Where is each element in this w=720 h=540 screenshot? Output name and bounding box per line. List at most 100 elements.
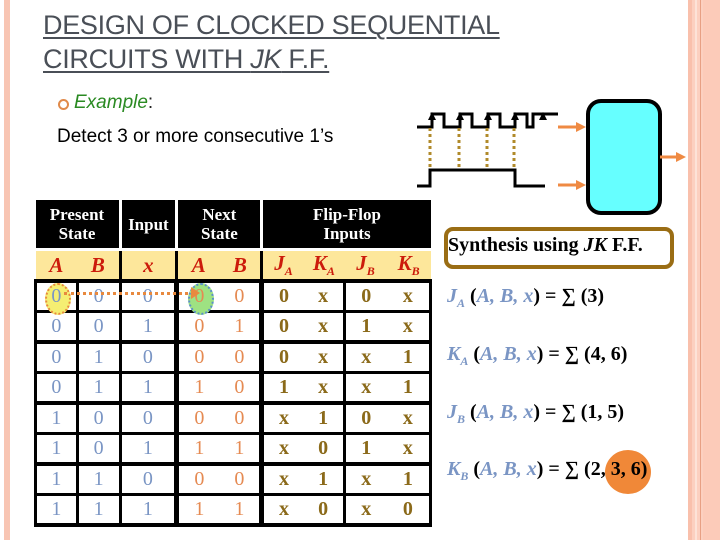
cell-ps-a: 1 [34, 432, 78, 465]
cell-ns-b: 1 [219, 432, 262, 465]
subheader-x: x [118, 248, 177, 282]
cell-ja: 0 [259, 340, 304, 373]
equation-rhs-suffix: ) [640, 458, 648, 480]
equation-minterms: 3 [587, 285, 598, 307]
equation-function: KA [447, 343, 469, 368]
header-present-state: Present State [35, 200, 120, 250]
cell-ps-a: 1 [34, 493, 78, 528]
cell-input-x: 1 [118, 493, 177, 528]
cell-ps-a: 0 [34, 340, 78, 373]
table-row: 10000x10x [34, 401, 432, 434]
cell-ps-a: 1 [34, 401, 78, 434]
equation-rhs-prefix: = ∑ ( [540, 285, 588, 307]
cell-kb: 1 [386, 462, 432, 495]
highlight-circle: 3, 6 [604, 450, 651, 494]
cell-ps-a: 0 [34, 279, 78, 315]
cell-ps-b: 0 [75, 401, 120, 434]
table-row: 000000x0x [34, 279, 432, 315]
table-body: 000000x0x001010x1x010000xx1011101xx11000… [34, 279, 432, 528]
input-arrows [558, 122, 586, 190]
equation-minterms: 4, 6 [590, 343, 621, 365]
cell-jb: 1 [342, 310, 387, 343]
cell-input-x: 0 [118, 401, 177, 434]
subheader-ns-a: A [175, 248, 220, 282]
cell-value: 0 [51, 285, 62, 308]
cell-kb: 1 [386, 340, 432, 373]
state-table: Present State Input Next State Flip-Flop In… [34, 200, 432, 528]
subheader-ns-b: B [219, 248, 262, 282]
equation-rhs-prefix: = ∑ ( [540, 401, 588, 423]
cell-ka: 0 [303, 432, 345, 465]
sample-dotted-lines [428, 128, 516, 170]
equation-minterms: 2, [590, 458, 611, 480]
cell-ja: 0 [259, 310, 304, 343]
cell-ka: 0 [303, 493, 345, 528]
cell-ps-b: 0 [75, 432, 120, 465]
cell-ps-b: 1 [75, 371, 120, 404]
cell-input-x: 0 [118, 462, 177, 495]
table-row: 11111x0x0 [34, 493, 432, 528]
cell-ps-a: 0 [34, 371, 78, 404]
cell-input-x: 1 [118, 310, 177, 343]
cell-ps-b: 0 [75, 310, 120, 343]
equation-function: JB [447, 401, 466, 426]
cell-ns-b: 0 [219, 340, 262, 373]
cell-ns-b: 0 [219, 279, 262, 312]
cell-ja: x [259, 401, 304, 434]
table-row: 010000xx1 [34, 340, 432, 373]
cell-jb: 0 [342, 279, 387, 312]
cell-ns-a: 0 [174, 340, 220, 373]
cell-ns-a: 0 [174, 401, 220, 434]
equation-rhs-suffix: ) [617, 401, 625, 423]
table-row: 11000x1x1 [34, 462, 432, 495]
subheader-kb: KB [386, 248, 431, 282]
subheader-ka: KA [303, 248, 345, 282]
header-next-state: Next State [175, 200, 262, 250]
subheader-ja: JA [260, 248, 304, 282]
cell-input-x: 0 [118, 340, 177, 373]
table-header-row: Present State Input Next State Flip-Flop In… [35, 200, 431, 250]
cell-kb: 0 [386, 493, 432, 528]
equation-rhs-prefix: = ∑ ( [543, 458, 591, 480]
subheader-ps-a: A [35, 248, 78, 282]
highlight-dotted-arrow [64, 292, 194, 295]
cell-jb: x [342, 371, 387, 404]
cell-ja: x [259, 493, 304, 528]
cell-ps-b: 1 [75, 462, 120, 495]
cell-kb: 1 [386, 371, 432, 404]
circuit-block [586, 99, 662, 215]
cell-jb: x [342, 462, 387, 495]
input-waveform [417, 168, 545, 188]
cell-ps-b: 0 [75, 279, 120, 312]
equation-rhs-suffix: ) [597, 285, 605, 307]
synthesis-title: Synthesis using JK F.F. [448, 234, 643, 256]
header-input: Input [118, 200, 177, 250]
equation-rhs-prefix: = ∑ ( [543, 343, 591, 365]
equation-rhs-suffix: ) [620, 343, 628, 365]
cell-ns-a: 1 [174, 432, 220, 465]
equation-minterms: 1, 5 [587, 401, 618, 423]
cell-ja: x [259, 462, 304, 495]
synthesis-equation: JA (A, B, x) = ∑ (3) [447, 285, 605, 310]
cell-ja: 1 [259, 371, 304, 404]
cell-ns-b: 1 [219, 310, 262, 343]
cell-ns-b: 0 [219, 401, 262, 434]
cell-ja: x [259, 432, 304, 465]
cell-kb: x [386, 401, 432, 434]
cell-jb: 1 [342, 432, 387, 465]
equation-args: A, B, x [480, 458, 537, 480]
table-row: 001010x1x [34, 310, 432, 343]
cell-input-x: 1 [118, 432, 177, 465]
cell-ps-b: 1 [75, 340, 120, 373]
equation-args: A, B, x [476, 285, 534, 307]
clock-edge-arrows [428, 112, 547, 120]
cell-input-x: 0 [118, 279, 177, 312]
equation-args: A, B, x [480, 343, 537, 365]
cell-ka: x [303, 371, 345, 404]
table-row: 011101xx1 [34, 371, 432, 404]
cell-ka: x [303, 279, 345, 312]
cell-kb: x [386, 310, 432, 343]
cell-ka: 1 [303, 401, 345, 434]
table-subheader-row: A B x A B JA KA JB KB [35, 248, 431, 282]
cell-ns-b: 1 [219, 493, 262, 528]
